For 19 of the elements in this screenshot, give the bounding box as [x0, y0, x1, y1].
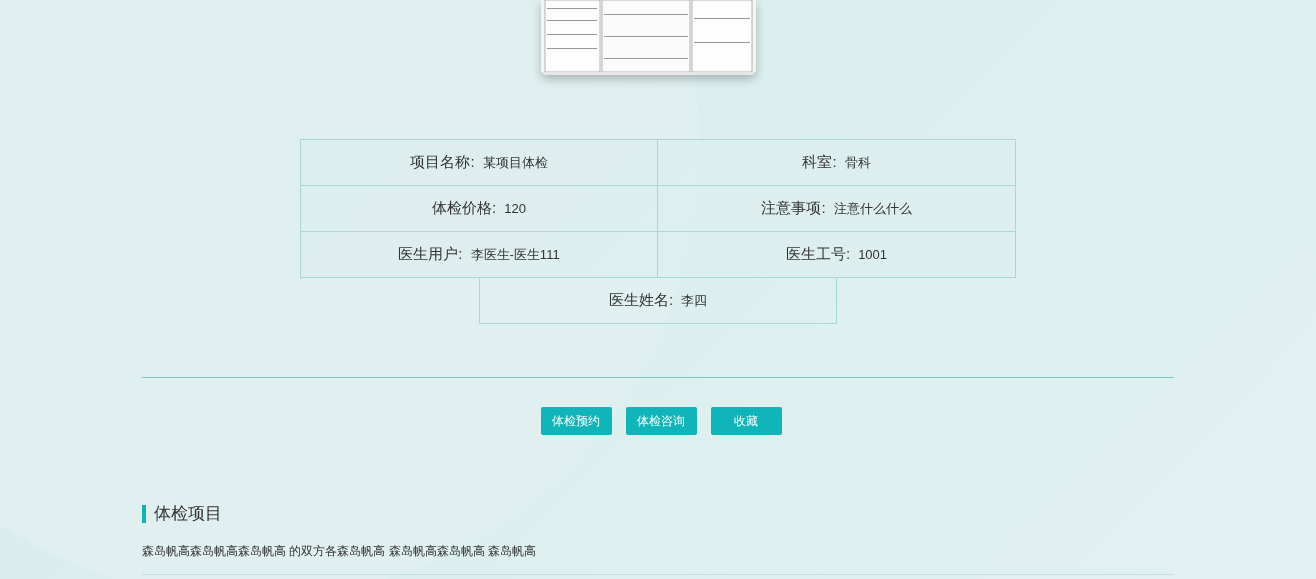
field-value: 1001 — [858, 245, 888, 264]
field-value: 李医生-医生111 — [470, 245, 560, 264]
field-value: 120 — [504, 199, 526, 218]
field-label: 医生姓名: — [608, 290, 674, 311]
section-description: 森岛帆高森岛帆高森岛帆高 的双方各森岛帆高 森岛帆高森岛帆高 森岛帆高 — [142, 542, 537, 560]
field-value: 注意什么什么 — [833, 199, 912, 218]
action-button[interactable]: 收藏 — [710, 407, 782, 435]
action-button[interactable]: 体检预约 — [540, 407, 612, 435]
field-value: 某项目体检 — [482, 153, 548, 172]
field-label: 注意事项: — [761, 198, 826, 219]
field-label: 医生工号: — [785, 244, 851, 265]
field-label: 体检价格: — [432, 198, 497, 219]
section-title: 体检项目 — [154, 503, 222, 525]
field-value: 骨科 — [844, 153, 871, 172]
field-value: 李四 — [681, 291, 708, 310]
action-button[interactable]: 体检咨询 — [625, 407, 697, 435]
field-label: 科室: — [802, 152, 837, 173]
field-label: 医生用户: — [398, 244, 463, 265]
field-label: 项目名称: — [410, 152, 475, 173]
